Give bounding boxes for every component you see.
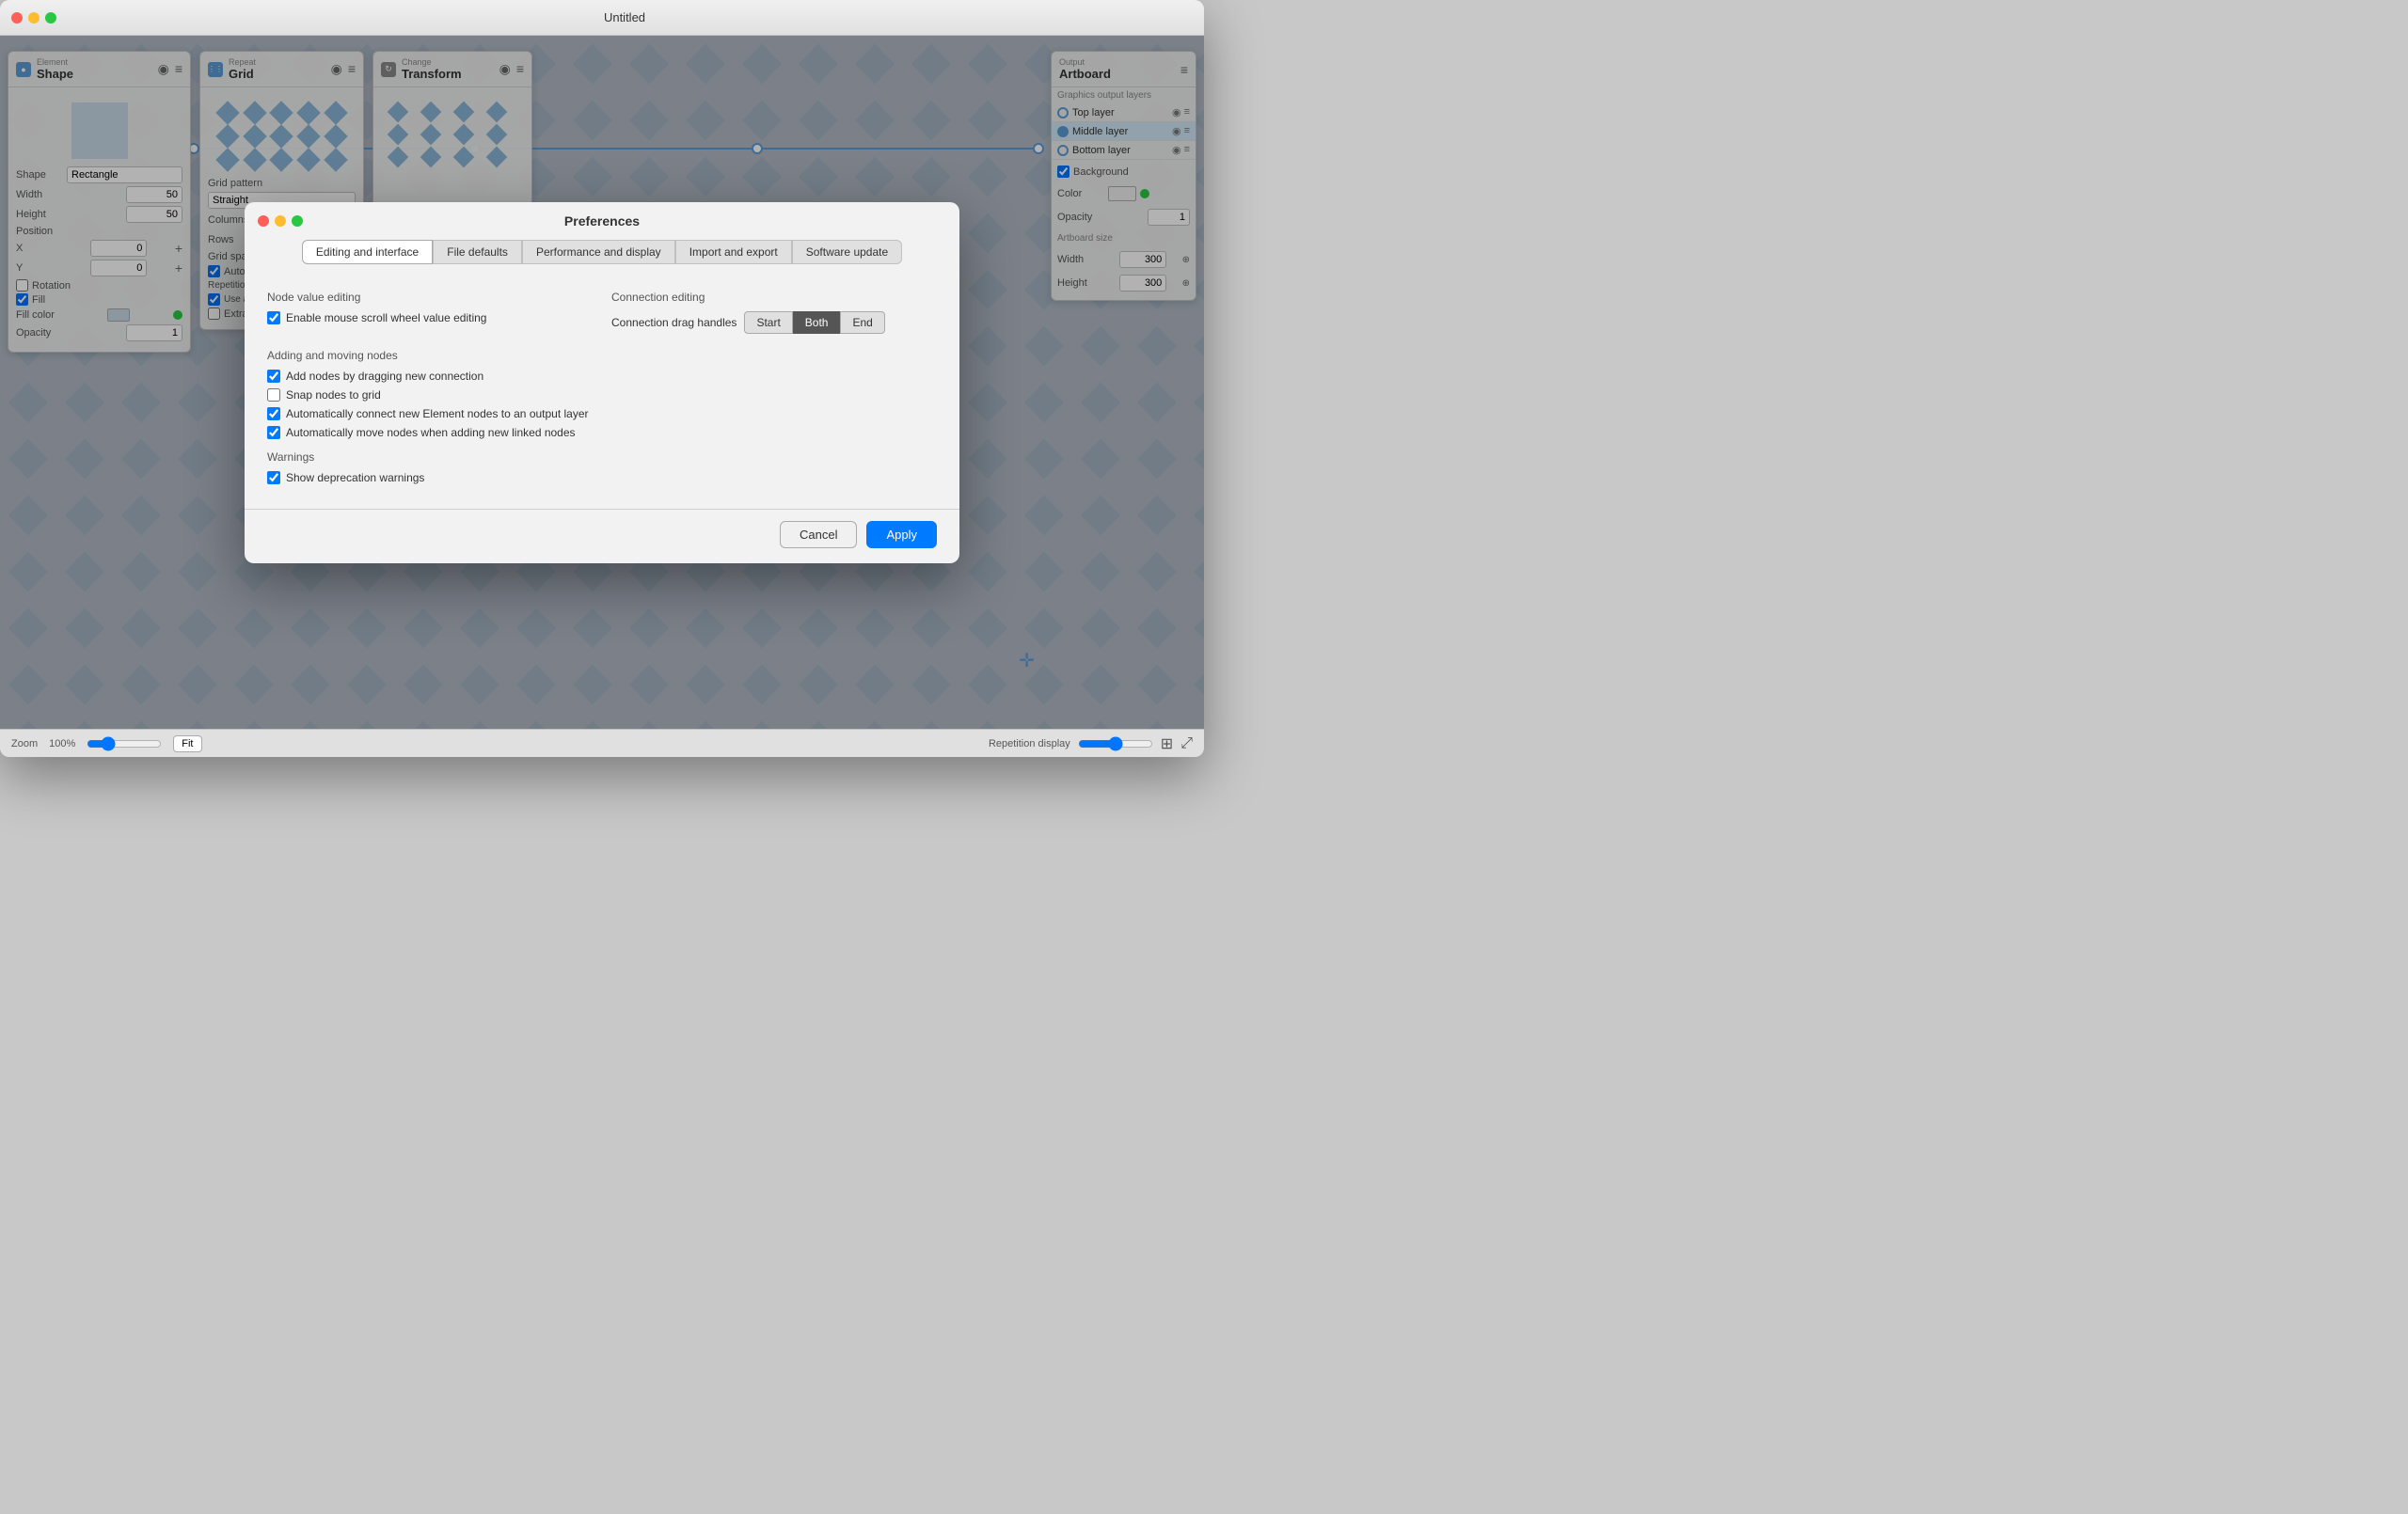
adding-moving-title: Adding and moving nodes: [267, 349, 937, 362]
tab-import[interactable]: Import and export: [675, 240, 792, 264]
auto-connect-checkbox[interactable]: [267, 407, 280, 420]
bottom-right: Repetition display ⊞ ⤢: [989, 734, 1193, 753]
tab-software[interactable]: Software update: [792, 240, 902, 264]
auto-move-label: Automatically move nodes when adding new…: [286, 426, 576, 439]
auto-connect-label: Automatically connect new Element nodes …: [286, 407, 589, 420]
handle-end-btn[interactable]: End: [840, 311, 884, 334]
main-content: ✛ ● Element Shape ◉ ≡: [0, 36, 1204, 729]
top-two-column: Node value editing Enable mouse scroll w…: [267, 291, 937, 334]
fit-button[interactable]: Fit: [173, 735, 201, 752]
tab-file-defaults[interactable]: File defaults: [433, 240, 522, 264]
tab-editing[interactable]: Editing and interface: [302, 240, 433, 264]
add-by-dragging-row: Add nodes by dragging new connection: [267, 370, 937, 383]
minimize-button[interactable]: [28, 12, 40, 24]
drag-handles-label: Connection drag handles: [611, 316, 737, 329]
handle-btn-group: Start Both End: [744, 311, 884, 334]
apply-button[interactable]: Apply: [866, 521, 937, 548]
warnings-section: Warnings Show deprecation warnings: [267, 450, 937, 484]
fullscreen-icon[interactable]: ⤢: [1180, 735, 1193, 752]
maximize-button[interactable]: [45, 12, 56, 24]
zoom-value: 100%: [49, 738, 75, 749]
cancel-button[interactable]: Cancel: [780, 521, 857, 548]
titlebar: Untitled: [0, 0, 1204, 36]
snap-to-grid-row: Snap nodes to grid: [267, 388, 937, 402]
modal-body: Node value editing Enable mouse scroll w…: [245, 276, 959, 509]
close-button[interactable]: [11, 12, 23, 24]
repetition-display-slider[interactable]: [1078, 736, 1153, 751]
warnings-title: Warnings: [267, 450, 937, 464]
auto-move-checkbox[interactable]: [267, 426, 280, 439]
show-deprecation-label: Show deprecation warnings: [286, 471, 424, 484]
traffic-lights: [11, 12, 56, 24]
zoom-label: Zoom: [11, 738, 38, 749]
modal-title: Preferences: [564, 213, 640, 229]
scroll-wheel-label: Enable mouse scroll wheel value editing: [286, 311, 486, 324]
modal-close-button[interactable]: [258, 215, 269, 227]
connection-editing-section: Connection editing Connection drag handl…: [611, 291, 937, 334]
view-icon[interactable]: ⊞: [1161, 734, 1173, 753]
modal-maximize-button[interactable]: [292, 215, 303, 227]
auto-connect-row: Automatically connect new Element nodes …: [267, 407, 937, 420]
add-by-dragging-label: Add nodes by dragging new connection: [286, 370, 483, 383]
node-value-title: Node value editing: [267, 291, 593, 304]
window-title: Untitled: [56, 10, 1193, 24]
bottom-bar: Zoom 100% Fit Repetition display ⊞ ⤢: [0, 729, 1204, 757]
show-deprecation-row: Show deprecation warnings: [267, 471, 937, 484]
zoom-slider[interactable]: [87, 736, 162, 751]
modal-overlay[interactable]: Preferences Editing and interface File d…: [0, 36, 1204, 729]
snap-to-grid-label: Snap nodes to grid: [286, 388, 381, 402]
preferences-modal: Preferences Editing and interface File d…: [245, 202, 959, 563]
auto-move-row: Automatically move nodes when adding new…: [267, 426, 937, 439]
tabs-bar: Editing and interface File defaults Perf…: [245, 240, 959, 276]
show-deprecation-checkbox[interactable]: [267, 471, 280, 484]
handle-start-btn[interactable]: Start: [744, 311, 792, 334]
adding-moving-section: Adding and moving nodes Add nodes by dra…: [267, 349, 937, 439]
snap-to-grid-checkbox[interactable]: [267, 388, 280, 402]
tab-performance[interactable]: Performance and display: [522, 240, 675, 264]
node-value-section: Node value editing Enable mouse scroll w…: [267, 291, 593, 334]
modal-footer: Cancel Apply: [245, 509, 959, 563]
main-window: Untitled: [0, 0, 1204, 757]
handle-both-btn[interactable]: Both: [793, 311, 841, 334]
add-by-dragging-checkbox[interactable]: [267, 370, 280, 383]
modal-titlebar: Preferences: [245, 202, 959, 240]
scroll-wheel-row: Enable mouse scroll wheel value editing: [267, 311, 593, 324]
scroll-wheel-checkbox[interactable]: [267, 311, 280, 324]
repetition-display-label: Repetition display: [989, 738, 1070, 749]
modal-minimize-button[interactable]: [275, 215, 286, 227]
connection-editing-title: Connection editing: [611, 291, 937, 304]
connection-handles: Connection drag handles Start Both End: [611, 311, 937, 334]
modal-traffic-lights: [258, 215, 303, 227]
